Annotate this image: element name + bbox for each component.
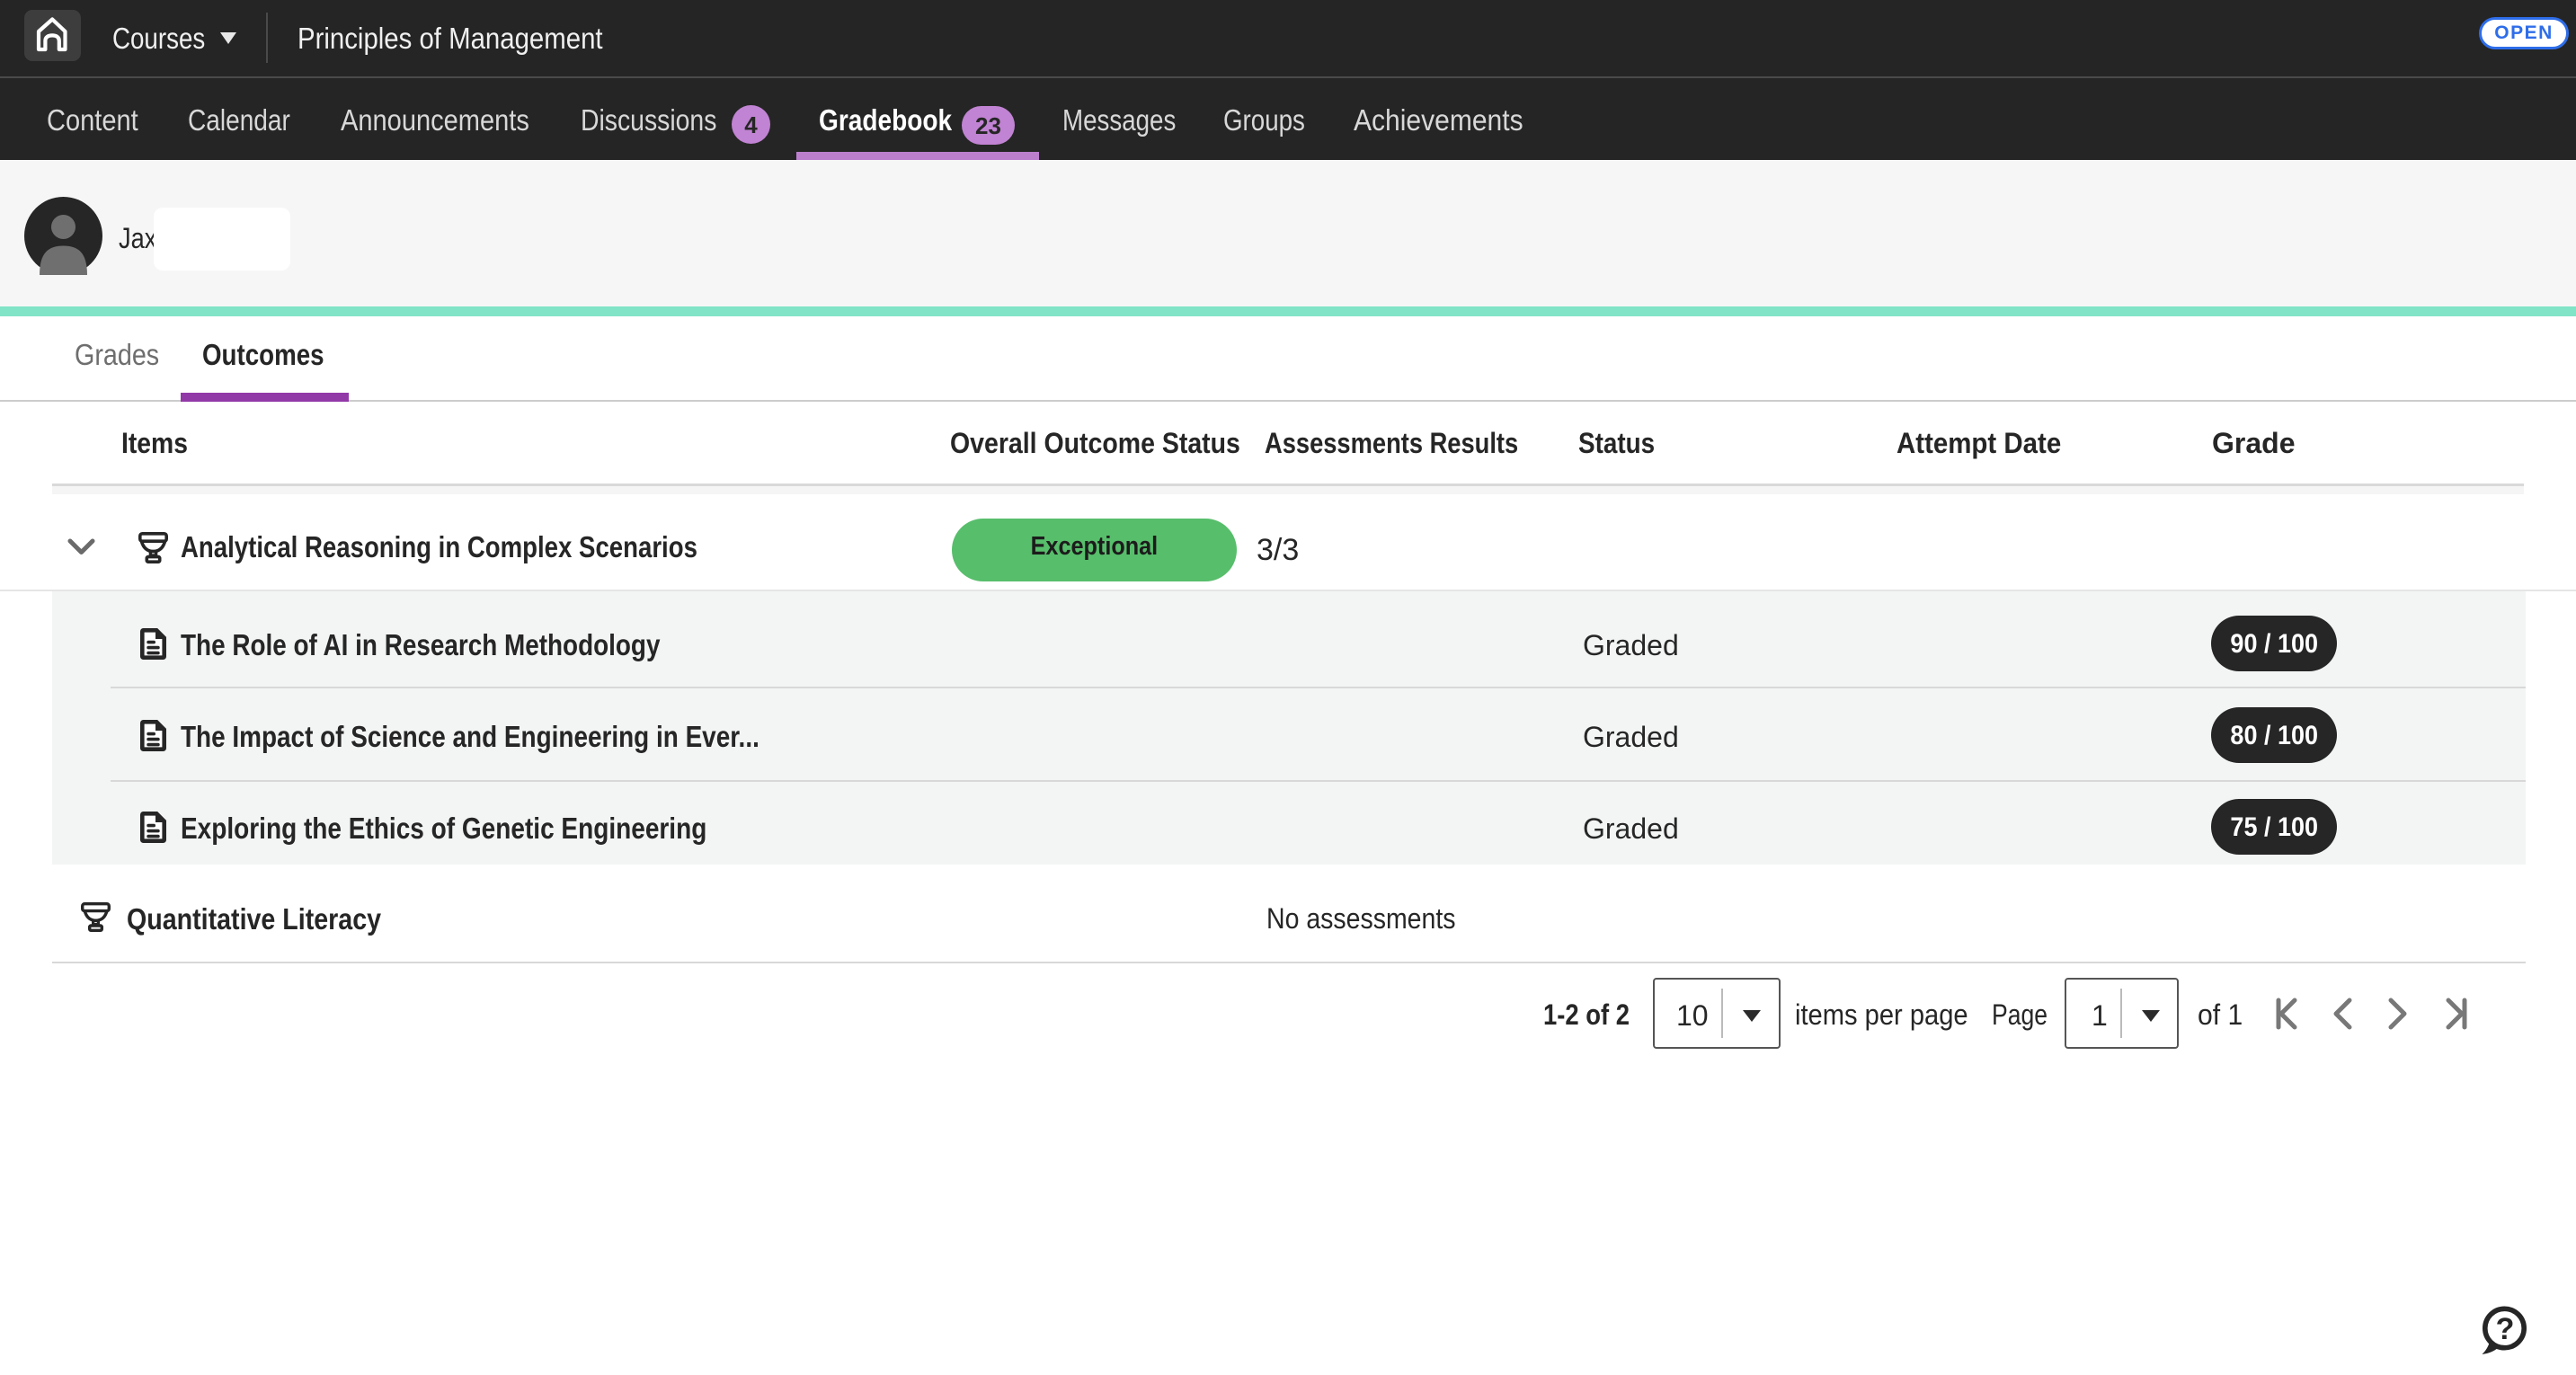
svg-text:?: ? xyxy=(2496,1312,2515,1346)
